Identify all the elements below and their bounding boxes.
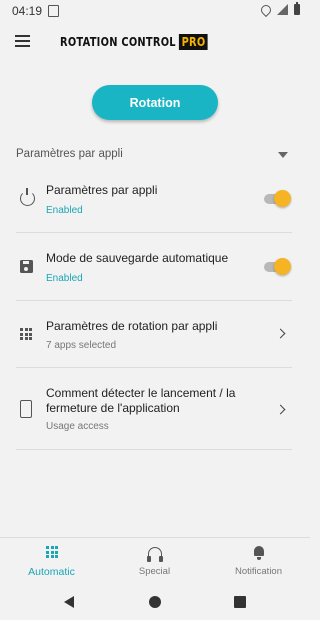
section-title: Paramètres par appli — [16, 148, 123, 160]
chevron-right-icon — [275, 404, 286, 415]
row-title: Paramètres par appli — [46, 183, 158, 197]
row-subtitle: Enabled — [46, 205, 83, 216]
logo-text: ROTATION CONTROL — [60, 35, 176, 49]
status-time: 04:19 — [12, 4, 43, 18]
location-icon — [258, 2, 274, 17]
row-title: Comment détecter le lancement / la ferme… — [46, 386, 236, 415]
tab-automatic[interactable]: Automatic — [0, 538, 103, 586]
grid-dots-icon — [46, 546, 58, 558]
chevron-right-icon — [275, 328, 286, 339]
signal-icon — [277, 4, 288, 15]
bottom-navigation: Automatic Special Notification — [0, 537, 310, 586]
logo-badge: PRO — [179, 34, 208, 50]
power-icon — [20, 188, 35, 206]
row-subtitle: 7 apps selected — [46, 340, 117, 351]
app-bar: ROTATION CONTROL PRO — [0, 22, 310, 62]
setting-row-auto-save[interactable]: Mode de sauvegarde automatique Enabled — [16, 244, 292, 300]
back-icon[interactable] — [64, 596, 74, 608]
app-logo: ROTATION CONTROL PRO — [60, 34, 208, 50]
divider — [16, 300, 292, 301]
battery-icon — [294, 2, 300, 15]
tab-notification[interactable]: Notification — [207, 538, 310, 586]
tab-label: Special — [138, 566, 171, 577]
row-subtitle: Usage access — [46, 421, 109, 432]
apps-grid-icon — [20, 328, 32, 340]
per-app-toggle[interactable] — [264, 190, 291, 208]
auto-save-toggle[interactable] — [264, 258, 291, 276]
tab-label: Automatic — [28, 566, 75, 578]
divider — [16, 232, 292, 233]
row-title: Paramètres de rotation par appli — [46, 319, 218, 333]
tab-special[interactable]: Special — [103, 538, 206, 586]
section-header[interactable]: Paramètres par appli — [16, 148, 294, 164]
home-icon[interactable] — [149, 596, 161, 608]
tab-label: Notification — [235, 566, 282, 577]
bell-icon — [254, 546, 264, 560]
row-subtitle: Enabled — [46, 273, 83, 284]
phone-icon — [20, 400, 32, 418]
notification-image-icon — [48, 5, 59, 17]
setting-row-launch-detection[interactable]: Comment détecter le lancement / la ferme… — [16, 379, 292, 449]
rotation-button[interactable]: Rotation — [92, 85, 218, 120]
divider — [16, 367, 292, 368]
divider — [16, 449, 292, 450]
setting-row-rotation-per-app[interactable]: Paramètres de rotation par appli 7 apps … — [16, 312, 292, 368]
headphones-icon — [147, 546, 163, 562]
system-navigation-bar — [0, 585, 310, 620]
recents-icon[interactable] — [234, 596, 246, 608]
row-title: Mode de sauvegarde automatique — [46, 251, 229, 265]
status-icons — [258, 2, 300, 17]
menu-icon[interactable] — [15, 35, 30, 47]
save-icon — [20, 260, 33, 273]
collapse-caret-icon — [278, 152, 288, 158]
setting-row-per-app[interactable]: Paramètres par appli Enabled — [16, 176, 292, 232]
status-bar: 04:19 — [0, 0, 310, 22]
